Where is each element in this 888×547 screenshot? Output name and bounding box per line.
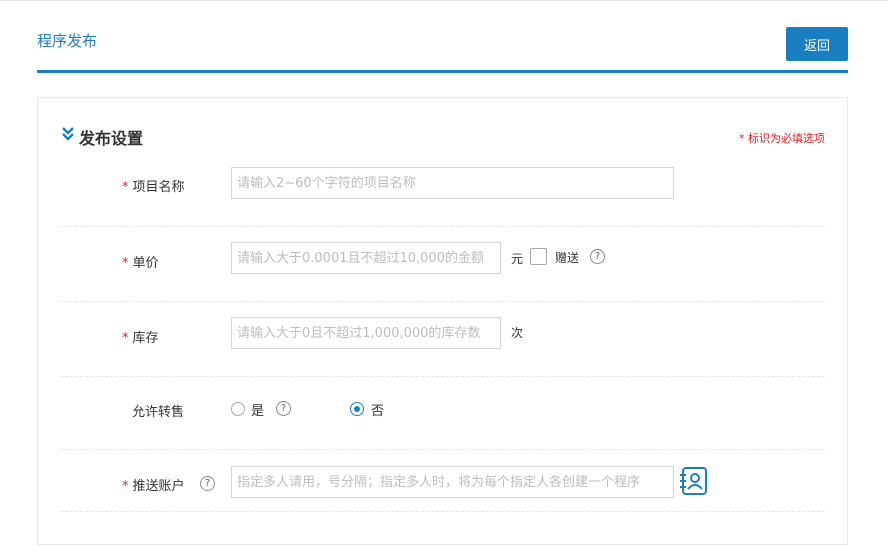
required-note: * 标识为必填选项 bbox=[739, 132, 825, 145]
project-name-input[interactable] bbox=[231, 167, 674, 199]
required-mark: * bbox=[122, 331, 129, 346]
push-account-label: * 推送账户 bbox=[122, 479, 185, 494]
push-account-input[interactable] bbox=[231, 466, 674, 498]
publish-settings-panel: 发布设置 * 标识为必填选项 *项目名称 *单价 元 赠送 ? *库存 次 允许… bbox=[37, 97, 848, 545]
required-mark: * bbox=[122, 180, 129, 195]
question-circle-icon[interactable]: ? bbox=[200, 476, 215, 491]
required-mark: * bbox=[122, 256, 129, 271]
contact-book-icon[interactable] bbox=[679, 466, 709, 496]
page-title: 程序发布 bbox=[37, 32, 98, 50]
stock-unit: 次 bbox=[511, 326, 524, 340]
resale-row: 允许转售 是 ? 否 bbox=[60, 376, 825, 450]
back-button[interactable]: 返回 bbox=[786, 27, 848, 61]
question-circle-icon[interactable]: ? bbox=[276, 401, 291, 416]
price-label: * 单价 bbox=[122, 256, 159, 271]
resale-no-radio[interactable] bbox=[350, 402, 364, 416]
stock-row: *库存 次 bbox=[60, 301, 825, 377]
project-name-label: * 项目名称 bbox=[122, 180, 185, 195]
price-unit: 元 bbox=[511, 252, 524, 266]
stock-input[interactable] bbox=[231, 317, 501, 349]
resale-label: 允许转售 bbox=[132, 405, 185, 420]
question-circle-icon[interactable]: ? bbox=[590, 249, 605, 264]
price-input[interactable] bbox=[231, 242, 501, 274]
stock-label: * 库存 bbox=[122, 331, 159, 346]
required-mark: * bbox=[122, 479, 129, 494]
gift-label: 赠送 bbox=[555, 251, 580, 265]
title-underline bbox=[37, 70, 848, 73]
price-row: *单价 元 赠送 ? bbox=[60, 226, 825, 302]
gift-checkbox[interactable] bbox=[530, 248, 547, 265]
resale-no-label: 否 bbox=[371, 404, 385, 419]
push-account-row: * 推送账户 ? bbox=[60, 449, 825, 512]
top-border bbox=[0, 0, 888, 1]
section-title: 发布设置 bbox=[79, 129, 144, 148]
resale-yes-label: 是 bbox=[251, 404, 265, 419]
double-chevron-down-icon bbox=[62, 127, 74, 141]
resale-yes-radio[interactable] bbox=[231, 402, 245, 416]
project-name-row: * 项目名称 bbox=[60, 158, 825, 227]
